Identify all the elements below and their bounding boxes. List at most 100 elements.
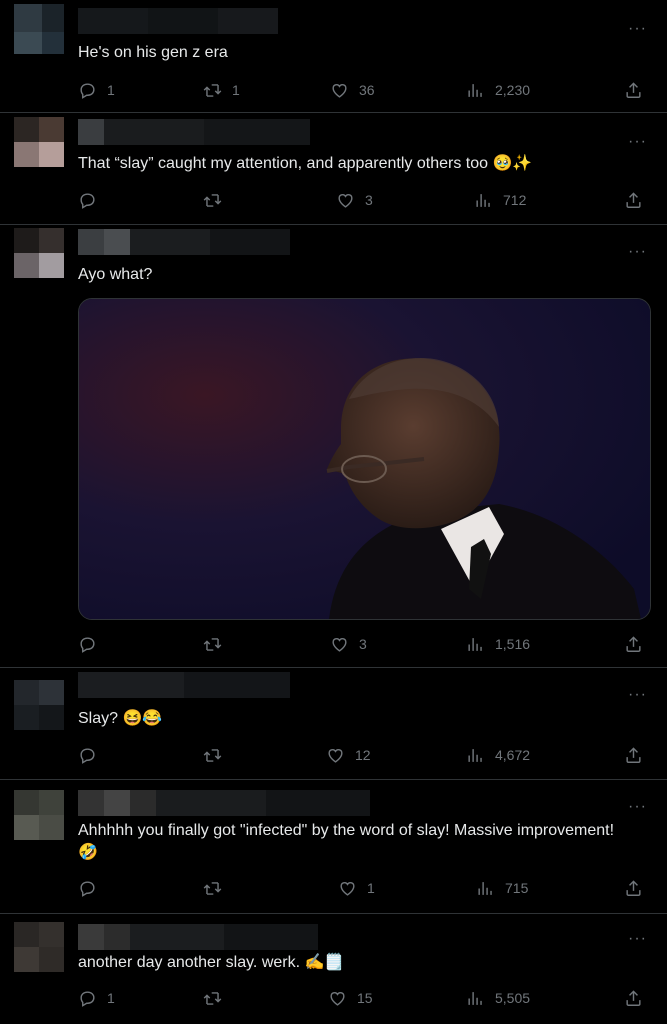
tweet-text-body: That “slay” caught my attention, and app…	[78, 155, 533, 172]
retweet-button[interactable]	[203, 988, 232, 1008]
views-button[interactable]: 715	[476, 878, 528, 898]
reply-button[interactable]	[78, 634, 107, 654]
share-button[interactable]	[624, 988, 643, 1008]
retweet-icon	[203, 989, 222, 1008]
more-icon[interactable]: ···	[628, 799, 647, 815]
views-button[interactable]: 5,505	[466, 988, 530, 1008]
tweet-actions: 1 715	[78, 878, 648, 898]
views-count: 1,516	[495, 636, 531, 652]
views-count: 5,505	[495, 990, 531, 1006]
share-button[interactable]	[624, 634, 643, 654]
reply-icon	[78, 746, 97, 765]
tweet-2[interactable]: ··· That “slay” caught my attention, and…	[0, 113, 667, 225]
retweet-button[interactable]: 1	[203, 80, 240, 100]
tweet-actions: 12 4,672	[78, 745, 648, 765]
retweet-button[interactable]	[203, 190, 232, 210]
share-icon	[624, 191, 643, 210]
tweet-text: Ayo what?	[78, 266, 153, 283]
avatar[interactable]	[14, 922, 64, 972]
avatar[interactable]	[14, 228, 64, 278]
views-icon	[466, 989, 485, 1008]
heart-icon	[336, 191, 355, 210]
heart-icon	[338, 879, 357, 898]
tweet-actions: 3 712	[78, 190, 648, 210]
username-redacted	[78, 8, 278, 34]
share-icon	[624, 746, 643, 765]
retweet-button[interactable]	[203, 878, 232, 898]
like-count: 12	[355, 747, 371, 763]
tweet-4[interactable]: ··· Slay? 😆😂 12 4,672	[0, 668, 667, 780]
reply-button[interactable]	[78, 190, 107, 210]
retweet-icon	[203, 879, 222, 898]
more-icon[interactable]: ···	[628, 134, 647, 150]
reply-feed: ··· He's on his gen z era 1 1 36 2,230 ·…	[0, 0, 667, 1024]
like-button[interactable]: 15	[328, 988, 373, 1008]
video-thumbnail[interactable]	[78, 298, 651, 620]
views-button[interactable]: 1,516	[466, 634, 530, 654]
avatar[interactable]	[14, 680, 64, 730]
views-icon	[466, 635, 485, 654]
share-button[interactable]	[624, 80, 643, 100]
share-button[interactable]	[624, 190, 643, 210]
reply-button[interactable]	[78, 745, 107, 765]
username-redacted	[78, 229, 290, 255]
heart-icon	[328, 989, 347, 1008]
share-button[interactable]	[624, 745, 643, 765]
heart-icon	[326, 746, 345, 765]
views-icon	[466, 746, 485, 765]
reply-button[interactable]	[78, 878, 107, 898]
views-count: 712	[503, 192, 527, 208]
views-button[interactable]: 2,230	[466, 80, 530, 100]
more-icon[interactable]: ···	[628, 931, 647, 947]
like-count: 3	[359, 636, 367, 652]
video-frame	[79, 299, 650, 619]
views-count: 715	[505, 880, 529, 896]
share-button[interactable]	[624, 878, 643, 898]
like-button[interactable]: 36	[330, 80, 375, 100]
username-redacted	[78, 119, 310, 145]
reply-icon	[78, 989, 97, 1008]
username-redacted	[78, 790, 370, 816]
reply-button[interactable]: 1	[78, 988, 115, 1008]
tweet-5[interactable]: ··· Ahhhhh you finally got "infected" by…	[0, 780, 667, 914]
views-button[interactable]: 4,672	[466, 745, 530, 765]
more-icon[interactable]: ···	[628, 687, 647, 703]
more-icon[interactable]: ···	[628, 21, 647, 37]
avatar[interactable]	[14, 790, 64, 840]
tweet-text: another day another slay. werk. ✍️🗒️	[78, 954, 345, 971]
reply-icon	[78, 191, 97, 210]
heart-icon	[330, 635, 349, 654]
like-button[interactable]: 12	[326, 745, 371, 765]
like-button[interactable]: 3	[330, 634, 367, 654]
retweet-button[interactable]	[203, 745, 232, 765]
more-icon[interactable]: ···	[628, 244, 647, 260]
retweet-icon	[203, 635, 222, 654]
tweet-text: Slay? 😆😂	[78, 710, 163, 727]
retweet-icon	[203, 746, 222, 765]
tweet-actions: 1 1 36 2,230	[78, 80, 648, 100]
tweet-6[interactable]: ··· another day another slay. werk. ✍️🗒️…	[0, 914, 667, 1024]
tweet-text: He's on his gen z era	[78, 44, 228, 61]
avatar[interactable]	[14, 4, 64, 54]
tweet-actions: 3 1,516	[78, 634, 648, 654]
tweet-text: That “slay” caught my attention, and app…	[78, 153, 638, 175]
heart-icon	[330, 81, 349, 100]
like-button[interactable]: 3	[336, 190, 373, 210]
views-icon	[466, 81, 485, 100]
reply-icon	[78, 635, 97, 654]
reply-count: 1	[107, 990, 115, 1006]
avatar[interactable]	[14, 117, 64, 167]
share-icon	[624, 989, 643, 1008]
views-icon	[476, 879, 495, 898]
views-icon	[474, 191, 493, 210]
share-icon	[624, 879, 643, 898]
reply-button[interactable]: 1	[78, 80, 115, 100]
reply-icon	[78, 81, 97, 100]
like-button[interactable]: 1	[338, 878, 375, 898]
retweet-button[interactable]	[203, 634, 232, 654]
tweet-3[interactable]: ··· Ayo what? 3 1,516	[0, 225, 667, 668]
views-button[interactable]: 712	[474, 190, 526, 210]
views-count: 4,672	[495, 747, 531, 763]
like-count: 15	[357, 990, 373, 1006]
tweet-1[interactable]: ··· He's on his gen z era 1 1 36 2,230	[0, 0, 667, 113]
